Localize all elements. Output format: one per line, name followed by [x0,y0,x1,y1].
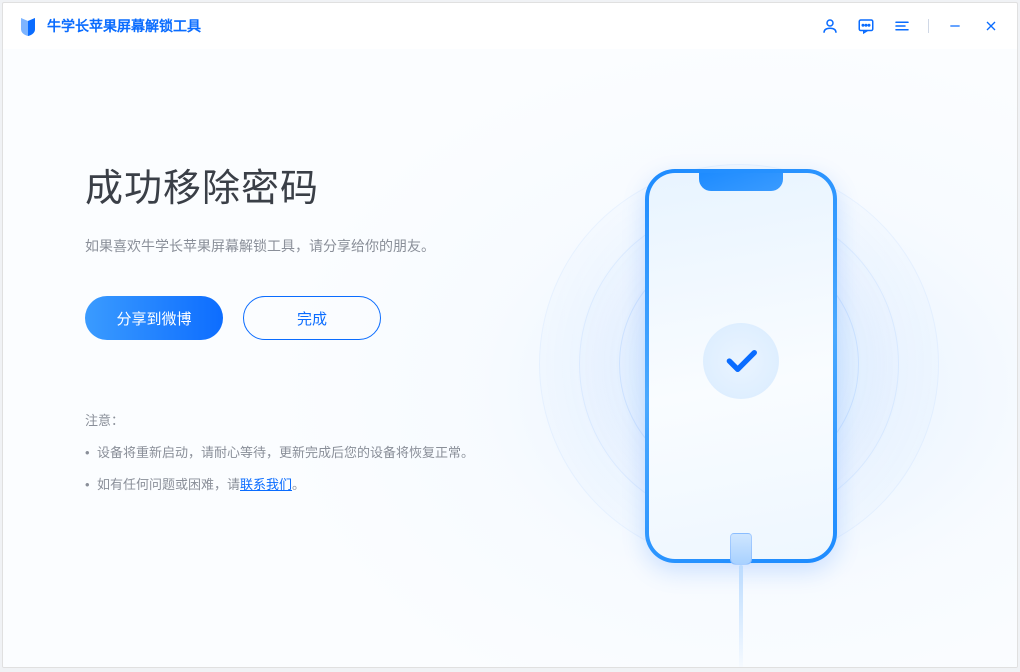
content-area: 成功移除密码 如果喜欢牛学长苹果屏幕解锁工具，请分享给你的朋友。 分享到微博 完… [3,49,1017,667]
notice-list: 设备将重新启动，请耐心等待，更新完成后您的设备将恢复正常。 如有任何问题或困难，… [85,443,515,494]
minimize-button[interactable] [945,16,965,36]
phone-screen [649,173,833,559]
phone-frame [645,169,837,563]
contact-us-link[interactable]: 联系我们 [240,477,292,492]
user-icon[interactable] [820,16,840,36]
checkmark-icon [703,323,779,399]
success-subheading: 如果喜欢牛学长苹果屏幕解锁工具，请分享给你的朋友。 [85,236,515,256]
window-controls [820,16,1001,36]
separator [928,19,929,33]
phone-notch [699,173,783,191]
done-button[interactable]: 完成 [243,296,381,340]
app-window: 牛学长苹果屏幕解锁工具 [2,2,1018,668]
close-button[interactable] [981,16,1001,36]
menu-icon[interactable] [892,16,912,36]
notice-item-contact-prefix: 如有任何问题或困难，请 [97,477,240,492]
notice-item-contact: 如有任何问题或困难，请联系我们。 [85,475,515,495]
success-heading: 成功移除密码 [85,157,515,212]
phone-cable [726,533,756,668]
notice-item-contact-suffix: 。 [292,477,305,492]
app-logo-icon [19,16,37,36]
cable-wire [739,565,743,668]
app-title: 牛学长苹果屏幕解锁工具 [47,16,201,36]
share-weibo-button[interactable]: 分享到微博 [85,296,223,340]
cable-plug [730,533,752,565]
titlebar: 牛学长苹果屏幕解锁工具 [3,3,1017,49]
left-pane: 成功移除密码 如果喜欢牛学长苹果屏幕解锁工具，请分享给你的朋友。 分享到微博 完… [85,157,515,506]
button-row: 分享到微博 完成 [85,296,515,340]
feedback-icon[interactable] [856,16,876,36]
phone-illustration [563,109,983,668]
notice-title: 注意： [85,410,515,429]
notice-item-restart: 设备将重新启动，请耐心等待，更新完成后您的设备将恢复正常。 [85,443,515,463]
